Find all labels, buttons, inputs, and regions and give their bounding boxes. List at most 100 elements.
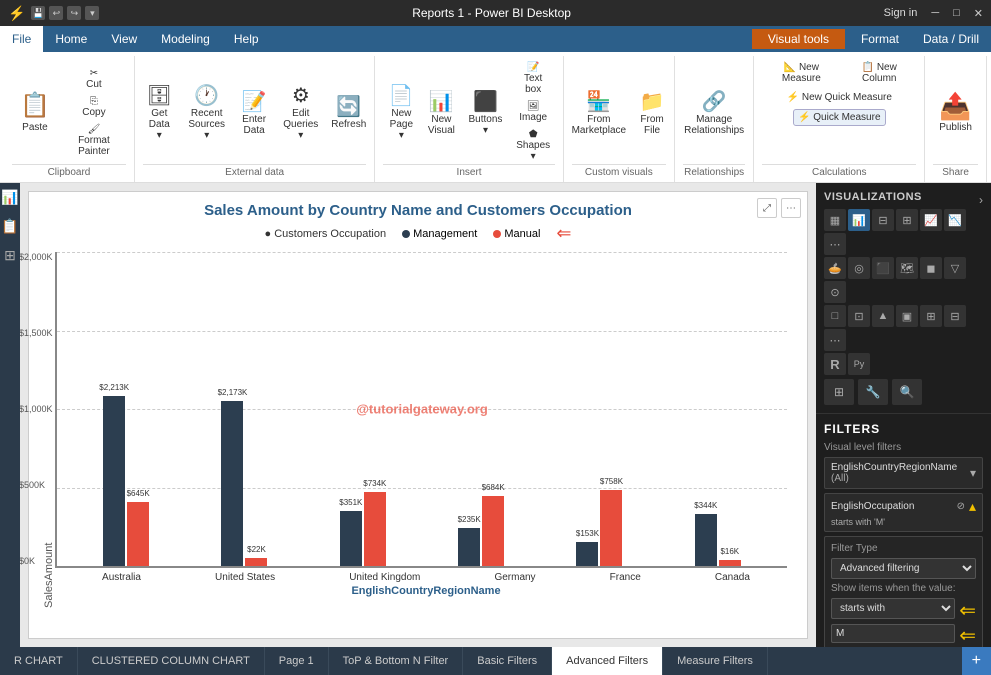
viz-icon-more[interactable]: ⋯ — [824, 329, 846, 351]
bar-us-red[interactable]: $22K — [245, 558, 267, 566]
sidebar-data-icon[interactable]: 📋 — [0, 216, 21, 237]
viz-icon-100-bar[interactable]: ⊞ — [896, 209, 918, 231]
new-page-button[interactable]: 📄 NewPage ▾ — [383, 81, 419, 143]
from-marketplace-button[interactable]: 🏪 FromMarketplace — [568, 87, 630, 138]
viz-icon-area[interactable]: 📉 — [944, 209, 966, 231]
viz-icon-table[interactable]: ▦ — [824, 209, 846, 231]
filter-value-input[interactable] — [831, 624, 955, 643]
filter-type-select[interactable]: Advanced filtering Basic filtering — [831, 558, 976, 579]
viz-icon-r[interactable]: R — [824, 353, 846, 375]
filter-country-expand[interactable]: ▾ — [970, 466, 976, 480]
publish-button[interactable]: 📤 Publish — [931, 87, 980, 137]
viz-icon-py[interactable]: Py — [848, 353, 870, 375]
viz-icon-treemap[interactable]: ⬛ — [872, 257, 894, 279]
tab-clustered-column[interactable]: CLUSTERED COLUMN CHART — [78, 647, 265, 675]
visual-tools-tab[interactable]: Visual tools — [752, 29, 845, 49]
filter-item-occupation[interactable]: EnglishOccupation ⊘ ▴ starts with 'M' — [824, 493, 983, 532]
tab-file[interactable]: File — [0, 26, 43, 52]
enter-data-button[interactable]: 📝 EnterData — [236, 87, 272, 138]
refresh-button[interactable]: 🔄 Refresh — [329, 92, 368, 132]
bar-france-red[interactable]: $758K — [600, 490, 622, 566]
viz-icon-multi-card[interactable]: ⊡ — [848, 305, 870, 327]
tab-top-bottom[interactable]: ToP & Bottom N Filter — [329, 647, 464, 675]
tab-basic-filters[interactable]: Basic Filters — [463, 647, 552, 675]
tab-home[interactable]: Home — [43, 26, 99, 52]
paste-button[interactable]: 📋 Paste — [12, 87, 58, 137]
viz-icon-stacked-bar[interactable]: ⊟ — [872, 209, 894, 231]
viz-icon-map[interactable]: 🗺 — [896, 257, 918, 279]
bar-australia-dark[interactable]: $2,213K — [103, 396, 125, 566]
bar-canada-red[interactable]: $16K — [719, 560, 741, 566]
redo-icon[interactable]: ↪ — [67, 6, 81, 20]
quick-measure-button[interactable]: ⚡ Quick Measure — [793, 109, 885, 126]
sign-in[interactable]: Sign in — [884, 7, 918, 20]
viz-icon-line[interactable]: 📈 — [920, 209, 942, 231]
edit-queries-button[interactable]: ⚙ EditQueries ▾ — [278, 81, 323, 143]
viz-format-btn[interactable]: 🔧 — [858, 379, 888, 405]
tab-data-drill[interactable]: Data / Drill — [911, 26, 991, 52]
viz-icon-card[interactable]: □ — [824, 305, 846, 327]
bar-germany-red[interactable]: $684K — [482, 496, 504, 566]
text-box-button[interactable]: 📝 Text box — [512, 60, 555, 97]
new-visual-button[interactable]: 📊 NewVisual — [423, 87, 459, 138]
tab-advanced-filters[interactable]: Advanced Filters — [552, 647, 663, 675]
buttons-button[interactable]: ⬛ Buttons ▾ — [463, 87, 507, 138]
from-file-button[interactable]: 📁 FromFile — [634, 87, 670, 138]
viz-expand-icon[interactable]: › — [979, 193, 983, 207]
format-painter-button[interactable]: 🖌 Format Painter — [62, 122, 126, 159]
image-button[interactable]: 🖼 Image — [512, 99, 555, 125]
new-quick-measure-button[interactable]: ⚡ New Quick Measure — [783, 90, 896, 105]
shapes-button[interactable]: ⬟ Shapes ▾ — [512, 127, 555, 164]
filter-occupation-clear[interactable]: ⊘ — [957, 501, 965, 512]
viz-icon-funnel[interactable]: ▽ — [944, 257, 966, 279]
sidebar-model-icon[interactable]: ⊞ — [2, 245, 18, 266]
new-column-button[interactable]: 📋 New Column — [842, 60, 916, 86]
manage-relationships-button[interactable]: 🔗 ManageRelationships — [680, 87, 748, 138]
minimize-btn[interactable]: ─ — [931, 7, 939, 20]
viz-icon-waterfall[interactable]: ⊟ — [944, 305, 966, 327]
filter-operator-select[interactable]: starts with contains is is not — [831, 598, 955, 619]
tab-page1[interactable]: Page 1 — [265, 647, 329, 675]
more-options-btn[interactable]: ⋯ — [781, 198, 801, 218]
viz-icon-filled-map[interactable]: ◼ — [920, 257, 942, 279]
bar-germany-dark[interactable]: $235K — [458, 528, 480, 566]
viz-icon-kpi[interactable]: ▲ — [872, 305, 894, 327]
viz-icon-pie[interactable]: 🥧 — [824, 257, 846, 279]
sidebar-report-icon[interactable]: 📊 — [0, 187, 21, 208]
bar-us-dark[interactable]: $2,173K — [221, 401, 243, 566]
tab-measure-filters[interactable]: Measure Filters — [663, 647, 768, 675]
save-icon[interactable]: 💾 — [31, 6, 45, 20]
bar-uk-red[interactable]: $734K — [364, 492, 386, 566]
viz-icon-bar[interactable]: 📊 — [848, 209, 870, 231]
bar-france-dark[interactable]: $153K — [576, 542, 598, 566]
more-icon[interactable]: ▾ — [85, 6, 99, 20]
new-measure-button[interactable]: 📐 New Measure — [762, 60, 840, 86]
tab-format[interactable]: Format — [849, 26, 911, 52]
add-page-btn[interactable]: + — [962, 647, 991, 675]
recent-sources-button[interactable]: 🕐 RecentSources ▾ — [183, 81, 230, 143]
cut-button[interactable]: ✂ Cut — [62, 66, 126, 92]
visualizations-section: VISUALIZATIONS › ▦ 📊 ⊟ ⊞ 📈 📉 ⋯ 🥧 ◎ ⬛ 🗺 ◼ — [816, 183, 991, 414]
copy-button[interactable]: ⎘ Copy — [62, 94, 126, 120]
tab-r-chart[interactable]: R CHART — [0, 647, 78, 675]
maximize-btn[interactable]: □ — [953, 7, 960, 20]
close-btn[interactable]: ✕ — [974, 7, 983, 20]
tab-help[interactable]: Help — [222, 26, 271, 52]
get-data-button[interactable]: 🗄 GetData ▾ — [141, 81, 177, 143]
bar-australia-red[interactable]: $645K — [127, 502, 149, 566]
viz-fields-btn[interactable]: ⊞ — [824, 379, 854, 405]
viz-icon-slicer[interactable]: ▣ — [896, 305, 918, 327]
undo-icon[interactable]: ↩ — [49, 6, 63, 20]
viz-icon-matrix[interactable]: ⊞ — [920, 305, 942, 327]
tab-modeling[interactable]: Modeling — [149, 26, 222, 52]
filter-item-country[interactable]: EnglishCountryRegionName (All) ▾ — [824, 457, 983, 489]
tab-view[interactable]: View — [99, 26, 149, 52]
viz-icon-scatter[interactable]: ⋯ — [824, 233, 846, 255]
filter-occupation-expand-arrow[interactable]: ▴ — [969, 498, 976, 515]
bar-canada-dark[interactable]: $344K — [695, 514, 717, 566]
focus-mode-btn[interactable]: ⤢ — [757, 198, 777, 218]
bar-uk-dark[interactable]: $351K — [340, 511, 362, 566]
viz-icon-donut[interactable]: ◎ — [848, 257, 870, 279]
viz-analytics-btn[interactable]: 🔍 — [892, 379, 922, 405]
viz-icon-gauge[interactable]: ⊙ — [824, 281, 846, 303]
